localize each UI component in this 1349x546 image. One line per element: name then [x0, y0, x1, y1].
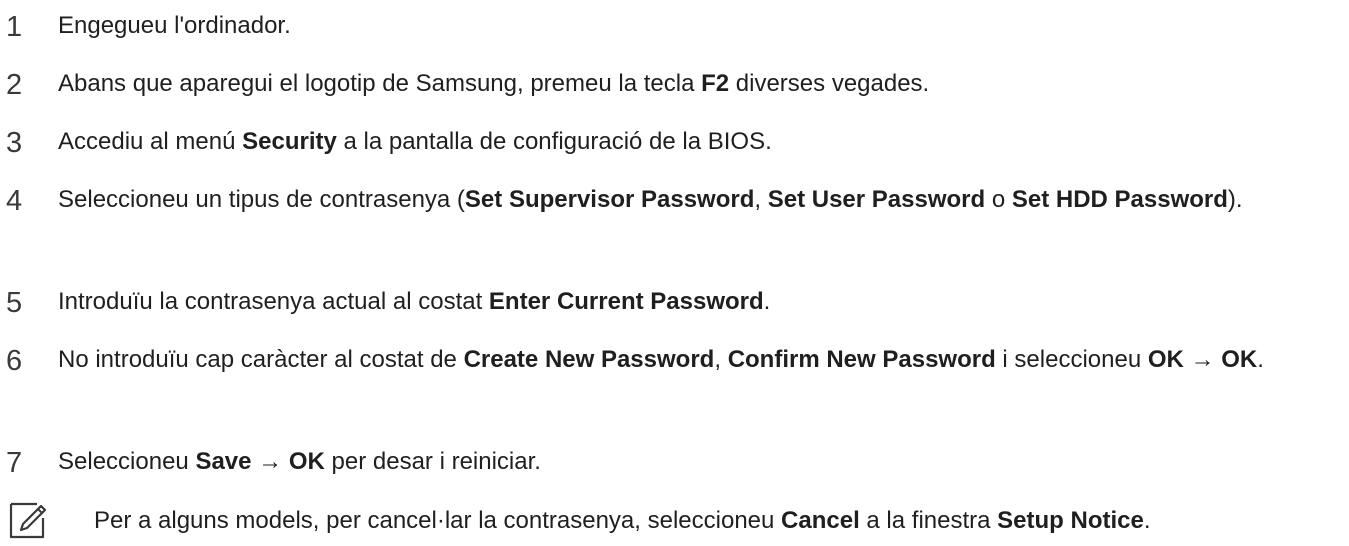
text-run: i seleccioneu	[995, 346, 1148, 373]
text-run: →	[251, 448, 289, 475]
text-run: per desar i reiniciar.	[324, 448, 541, 475]
text-run: diverses vegades.	[729, 70, 930, 97]
bold-term: Security	[242, 128, 337, 155]
text-run: Accediu al menú	[58, 128, 243, 155]
bold-term: F2	[701, 70, 730, 97]
bold-term: Confirm New Password	[727, 346, 996, 373]
note-pencil-icon	[9, 502, 47, 539]
bold-term: OK	[288, 448, 325, 475]
bold-term: Setup Notice	[997, 507, 1144, 534]
note-text: Per a alguns models, per cancel·lar la c…	[94, 500, 1343, 542]
text-run: Introduïu la contrasenya actual al costa…	[58, 288, 489, 315]
bold-term: Enter Current Password	[488, 288, 764, 315]
step-text: Engegueu l'ordinador.	[58, 5, 1341, 47]
step-number: 1	[6, 11, 23, 43]
bold-term: OK	[1221, 346, 1258, 373]
text-run: Engegueu l'ordinador.	[58, 12, 291, 39]
text-run: o	[985, 186, 1012, 213]
bold-term: Set User Password	[767, 186, 986, 213]
text-run: Seleccioneu	[58, 448, 196, 475]
text-run: No introduïu cap caràcter al costat de	[58, 346, 464, 373]
bold-term: Cancel	[781, 507, 860, 534]
text-run: .	[1143, 507, 1151, 534]
step-text: Seleccioneu Save → OK per desar i reinic…	[58, 441, 1341, 483]
text-run: ).	[1227, 186, 1243, 213]
step-number: 4	[6, 185, 23, 217]
step-number: 5	[6, 287, 23, 319]
text-run: ,	[754, 186, 768, 213]
text-run: .	[763, 288, 771, 315]
bold-term: Save	[195, 448, 252, 475]
step-text: No introduïu cap caràcter al costat de C…	[58, 339, 1341, 381]
step-number: 3	[6, 127, 23, 159]
text-run: a la pantalla de configuració de la BIOS…	[336, 128, 772, 155]
step-number: 2	[6, 69, 23, 101]
text-run: ,	[714, 346, 728, 373]
step-text: Seleccioneu un tipus de contrasenya (Set…	[58, 179, 1341, 221]
step-number: 6	[6, 345, 23, 377]
step-text: Accediu al menú Security a la pantalla d…	[58, 121, 1341, 163]
text-run: .	[1257, 346, 1264, 373]
text-run: a la finestra	[859, 507, 998, 534]
bold-term: Set Supervisor Password	[464, 186, 755, 213]
text-run: →	[1183, 346, 1222, 373]
step-text: Abans que aparegui el logotip de Samsung…	[58, 63, 1341, 105]
text-run: Per a alguns models, per cancel·lar la c…	[94, 507, 782, 534]
text-run: Abans que aparegui el logotip de Samsung…	[58, 70, 702, 97]
step-text: Introduïu la contrasenya actual al costa…	[58, 281, 1341, 323]
bold-term: OK	[1147, 346, 1184, 373]
bold-term: Set HDD Password	[1011, 186, 1228, 213]
bold-term: Create New Password	[463, 346, 715, 373]
text-run: Seleccioneu un tipus de contrasenya (	[58, 186, 465, 213]
step-number: 7	[6, 447, 23, 479]
